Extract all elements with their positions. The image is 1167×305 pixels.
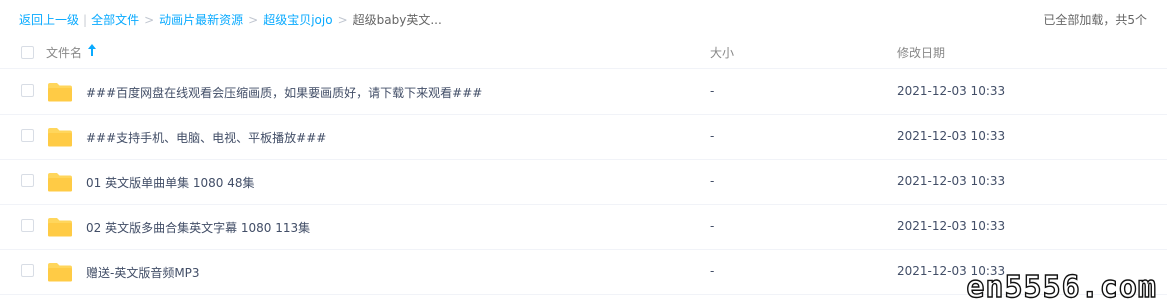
file-date: 2021-12-03 10:33 xyxy=(897,84,1006,98)
select-all-checkbox[interactable] xyxy=(21,46,34,59)
file-size: - xyxy=(710,219,715,233)
folder-icon xyxy=(47,82,73,102)
file-date: 2021-12-03 10:33 xyxy=(897,174,1006,188)
row-checkbox[interactable] xyxy=(21,84,34,97)
file-date: 2021-12-03 10:33 xyxy=(897,219,1006,233)
back-link[interactable]: 返回上一级 xyxy=(19,13,79,27)
breadcrumb-divider: | xyxy=(83,13,88,27)
row-checkbox[interactable] xyxy=(21,129,34,142)
breadcrumb-separator: > xyxy=(144,13,155,27)
file-row[interactable]: 02 英文版多曲合集英文字幕 1080 113集 - 2021-12-03 10… xyxy=(0,204,1167,250)
arrow-up-icon[interactable] xyxy=(87,43,97,60)
folder-icon xyxy=(47,172,73,192)
file-list-header: 文件名 大小 修改日期 xyxy=(0,36,1167,69)
row-checkbox[interactable] xyxy=(21,264,34,277)
file-size: - xyxy=(710,84,715,98)
breadcrumb-separator: > xyxy=(337,13,348,27)
folder-icon xyxy=(47,262,73,282)
loaded-count-status: 已全部加载，共5个 xyxy=(1043,13,1147,27)
top-bar: 返回上一级 | 全部文件 > 动画片最新资源 > 超级宝贝jojo > 超级baby英文... … xyxy=(0,0,1167,36)
file-date: 2021-12-03 10:33 xyxy=(897,129,1006,143)
column-header-date[interactable]: 修改日期 xyxy=(897,44,945,61)
breadcrumb: 返回上一级 | 全部文件 > 动画片最新资源 > 超级宝贝jojo > 超级baby英文... xyxy=(19,11,442,28)
file-row[interactable]: ###支持手机、电脑、电视、平板播放### - 2021-12-03 10:33 xyxy=(0,114,1167,160)
column-header-name[interactable]: 文件名 xyxy=(46,44,82,61)
breadcrumb-all-files[interactable]: 全部文件 xyxy=(91,13,139,27)
file-size: - xyxy=(710,174,715,188)
row-checkbox[interactable] xyxy=(21,219,34,232)
file-name[interactable]: ###百度网盘在线观看会压缩画质，如果要画质好，请下载下来观看### xyxy=(86,84,482,101)
site-watermark: en5556.com xyxy=(966,269,1157,305)
file-size: - xyxy=(710,264,715,278)
breadcrumb-jojo[interactable]: 超级宝贝jojo xyxy=(263,13,332,27)
breadcrumb-current: 超级baby英文... xyxy=(352,13,442,27)
folder-icon xyxy=(47,127,73,147)
file-row[interactable]: 01 英文版单曲单集 1080 48集 - 2021-12-03 10:33 xyxy=(0,159,1167,205)
file-name[interactable]: ###支持手机、电脑、电视、平板播放### xyxy=(86,129,326,146)
column-header-size[interactable]: 大小 xyxy=(710,44,734,61)
file-name[interactable]: 赠送-英文版音频MP3 xyxy=(86,264,200,281)
file-name[interactable]: 02 英文版多曲合集英文字幕 1080 113集 xyxy=(86,219,310,236)
file-name[interactable]: 01 英文版单曲单集 1080 48集 xyxy=(86,174,255,191)
file-size: - xyxy=(710,129,715,143)
breadcrumb-animation-resources[interactable]: 动画片最新资源 xyxy=(159,13,243,27)
breadcrumb-separator: > xyxy=(248,13,259,27)
file-row[interactable]: ###百度网盘在线观看会压缩画质，如果要画质好，请下载下来观看### - 202… xyxy=(0,69,1167,115)
folder-icon xyxy=(47,217,73,237)
row-checkbox[interactable] xyxy=(21,174,34,187)
